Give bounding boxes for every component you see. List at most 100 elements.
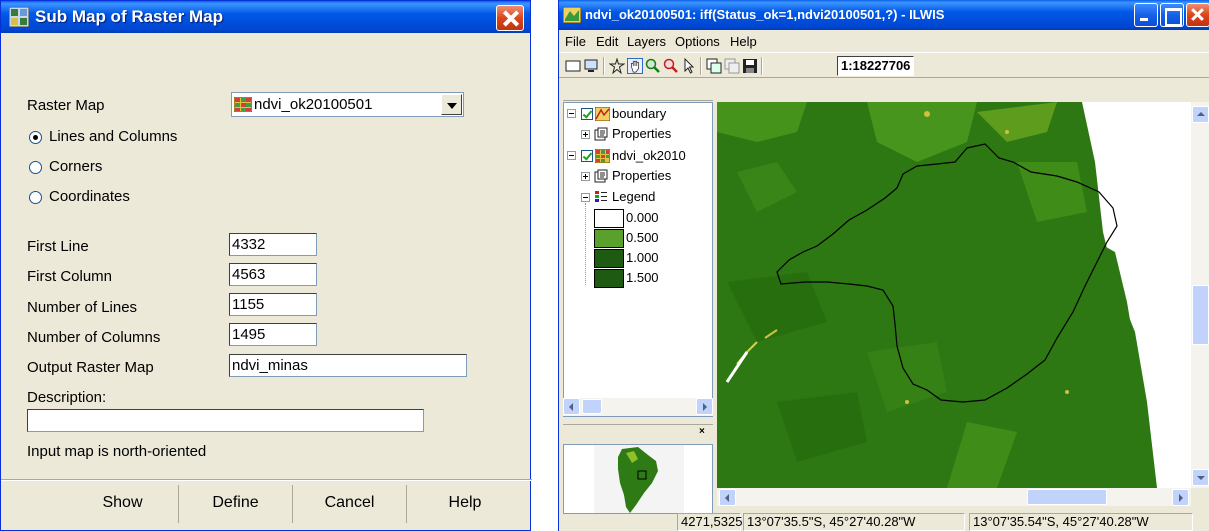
status-bar: 4271,5325 13°07'35.5"S, 45°27'40.28"W 13… — [559, 511, 1209, 531]
ndvi-raster-map — [717, 102, 1191, 488]
output-raster-map-label: Output Raster Map — [27, 359, 154, 376]
boundary-visible-checkbox[interactable] — [581, 108, 593, 120]
scroll-thumb[interactable] — [582, 399, 602, 414]
radio-coordinates-label[interactable]: Coordinates — [49, 188, 130, 205]
divider — [1, 479, 532, 481]
scale-field[interactable]: 1:18227706 — [837, 56, 915, 76]
properties-icon — [594, 127, 608, 141]
ilwis-app-icon — [9, 7, 29, 27]
zoom-in-icon[interactable] — [645, 58, 661, 74]
toolbar-separator — [700, 57, 702, 75]
legend-value-0: 0.000 — [626, 210, 659, 225]
normal-pointer-icon[interactable] — [609, 58, 625, 74]
toolbar-separator — [761, 57, 763, 75]
add-layer-icon[interactable] — [706, 58, 722, 74]
boundary-properties[interactable]: Properties — [612, 125, 671, 143]
close-icon[interactable] — [496, 5, 524, 31]
menu-help[interactable]: Help — [730, 34, 757, 49]
legend-swatch-1 — [594, 229, 624, 248]
menu-options[interactable]: Options — [675, 34, 720, 49]
pan-hand-icon[interactable] — [627, 58, 643, 74]
cancel-button[interactable]: Cancel — [293, 485, 407, 523]
raster-map-value: ndvi_ok20100501 — [254, 96, 373, 113]
toolbar-separator — [603, 57, 605, 75]
radio-lines-columns-label[interactable]: Lines and Columns — [49, 128, 177, 145]
window-title: ndvi_ok20100501: iff(Status_ok=1,ndvi201… — [585, 7, 945, 22]
number-of-columns-label: Number of Columns — [27, 329, 161, 346]
number-of-columns-field[interactable]: 1495 — [229, 323, 317, 346]
scroll-right-icon[interactable] — [696, 398, 713, 415]
remove-layer-icon[interactable] — [724, 58, 740, 74]
legend-swatch-2 — [594, 249, 624, 268]
map-vertical-scrollbar[interactable] — [1191, 102, 1209, 488]
scroll-down-icon[interactable] — [1192, 469, 1209, 486]
raster-map-label: Raster Map — [27, 97, 105, 114]
collapse-icon[interactable] — [581, 193, 590, 202]
panel-grip[interactable] — [563, 424, 713, 426]
expand-icon[interactable] — [581, 172, 590, 181]
dialog-title-bar[interactable]: Sub Map of Raster Map — [1, 1, 530, 33]
maximize-icon[interactable] — [1160, 3, 1184, 27]
number-of-lines-field[interactable]: 1155 — [229, 293, 317, 316]
close-icon[interactable]: × — [699, 426, 705, 437]
layer-boundary[interactable]: boundary — [612, 105, 666, 123]
chevron-down-icon[interactable] — [441, 94, 462, 115]
close-icon[interactable] — [1186, 3, 1209, 27]
ilwis-map-window: ndvi_ok20100501: iff(Status_ok=1,ndvi201… — [558, 0, 1209, 531]
layer-ndvi[interactable]: ndvi_ok2010 — [612, 147, 686, 165]
status-rowcol: 4271,5325 — [677, 513, 742, 531]
tree-horizontal-scrollbar[interactable] — [563, 398, 713, 416]
entire-map-icon[interactable] — [565, 58, 581, 74]
first-line-label: First Line — [27, 238, 89, 255]
description-field[interactable] — [27, 409, 424, 432]
scroll-left-icon[interactable] — [719, 489, 736, 506]
first-column-field[interactable]: 4563 — [229, 263, 317, 286]
zoom-out-icon[interactable] — [663, 58, 679, 74]
scroll-right-icon[interactable] — [1172, 489, 1189, 506]
save-icon[interactable] — [742, 58, 758, 74]
toolbar: 1:18227706 — [559, 52, 1209, 78]
scroll-up-icon[interactable] — [1192, 106, 1209, 123]
legend-node[interactable]: Legend — [612, 188, 655, 206]
legend-swatch-3 — [594, 269, 624, 288]
menu-layers[interactable]: Layers — [627, 34, 666, 49]
number-of-lines-label: Number of Lines — [27, 299, 138, 316]
select-arrow-icon[interactable] — [681, 58, 697, 74]
first-column-label: First Column — [27, 268, 113, 285]
expand-icon[interactable] — [581, 130, 590, 139]
north-oriented-note: Input map is north-oriented — [27, 443, 207, 460]
window-title-bar[interactable]: ndvi_ok20100501: iff(Status_ok=1,ndvi201… — [559, 0, 1209, 30]
ndvi-properties[interactable]: Properties — [612, 167, 671, 185]
radio-coordinates[interactable] — [29, 191, 42, 204]
overview-map[interactable] — [563, 444, 713, 514]
show-button[interactable]: Show — [67, 485, 179, 523]
minimize-icon[interactable] — [1134, 3, 1158, 27]
collapse-icon[interactable] — [567, 109, 576, 118]
first-line-field[interactable]: 4332 — [229, 233, 317, 256]
scroll-left-icon[interactable] — [563, 398, 580, 415]
help-button[interactable]: Help — [407, 485, 523, 523]
output-raster-map-field[interactable]: ndvi_minas — [229, 354, 467, 377]
define-button[interactable]: Define — [179, 485, 293, 523]
raster-map-select[interactable]: ndvi_ok20100501 — [231, 92, 464, 117]
menu-edit[interactable]: Edit — [596, 34, 618, 49]
legend-value-3: 1.500 — [626, 270, 659, 285]
raster-map-icon — [234, 97, 252, 112]
screen-icon[interactable] — [583, 58, 599, 74]
layer-tree: boundary Properties ndvi_ok2010 Properti… — [563, 102, 713, 417]
collapse-icon[interactable] — [567, 151, 576, 160]
radio-lines-columns[interactable] — [29, 131, 42, 144]
radio-corners[interactable] — [29, 161, 42, 174]
radio-corners-label[interactable]: Corners — [49, 158, 102, 175]
sub-map-dialog: Sub Map of Raster Map Raster Map ndvi_ok… — [0, 0, 532, 531]
properties-icon — [594, 169, 608, 183]
legend-value-1: 0.500 — [626, 230, 659, 245]
menu-file[interactable]: File — [565, 34, 586, 49]
raster-map-icon — [595, 149, 610, 163]
map-view[interactable] — [717, 102, 1191, 488]
map-horizontal-scrollbar[interactable] — [717, 488, 1191, 506]
scroll-thumb[interactable] — [1192, 285, 1209, 345]
ndvi-visible-checkbox[interactable] — [581, 150, 593, 162]
legend-swatch-0 — [594, 209, 624, 228]
scroll-thumb[interactable] — [1027, 489, 1107, 505]
